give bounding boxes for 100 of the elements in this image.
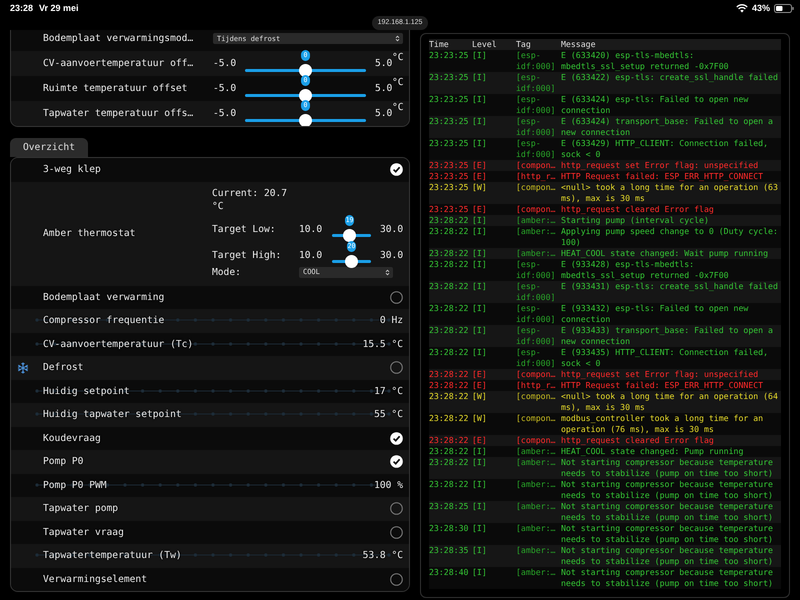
log-message: Not starting compressor because temperature needs to stabilize (pump on time too short) [561, 501, 774, 523]
log-time: 23:28:22 [429, 281, 470, 293]
chevron-updown-icon [395, 35, 400, 42]
log-level: [W] [472, 413, 488, 425]
log-tag: [compon… [516, 413, 561, 435]
column-header: Tag [516, 39, 532, 50]
log-time: 23:23:25 [429, 94, 470, 106]
log-level: [E] [472, 160, 488, 171]
log-tag: [amber:… [516, 226, 561, 248]
log-message: Applying pump speed change to 0 (Duty cycle: 100) [561, 226, 779, 248]
log-message: E (633429) HTTP_CLIENT: Connection failed, sock < 0 [561, 138, 770, 160]
log-level: [I] [472, 523, 488, 535]
log-time: 23:28:22 [429, 435, 470, 446]
log-message: HEAT_COOL state changed: Pump running [561, 446, 744, 457]
row-label: Tapwater pomp [43, 503, 118, 514]
row-label: Verwarmingselement [43, 574, 147, 585]
log-time: 23:23:25 [429, 182, 470, 194]
log-message: E (633420) esp-tls-mbedtls: mbedtls_ssl_setup returned -0x7F00 [561, 50, 730, 72]
log-time: 23:28:22 [429, 446, 470, 457]
unit-label: °C [392, 77, 404, 88]
log-level: [I] [472, 50, 488, 62]
log-message: Not starting compressor because temperature needs to stabilize (pump on time too short) [561, 567, 774, 589]
slider-max-label: 5.0 [375, 108, 392, 119]
log-tag: [amber:… [516, 545, 561, 567]
log-level: [E] [472, 171, 488, 182]
log-level: [I] [472, 325, 488, 337]
log-time: 23:28:22 [429, 226, 470, 238]
log-level: [I] [472, 248, 488, 259]
log-message: E (633424) esp-tls: Failed to open new connection [561, 94, 750, 116]
log-level: [W] [472, 182, 488, 194]
slider-thumb[interactable] [299, 88, 312, 102]
slider-min-label: -5.0 [213, 83, 238, 94]
wifi-icon [736, 4, 748, 12]
log-message: Not starting compressor because temperature needs to stabilize (pump on time too short) [561, 479, 774, 501]
setting-label: Ruimte temperatuur offset [42, 83, 188, 94]
slider-thumb[interactable] [345, 255, 358, 268]
log-tag: [esp-idf:000] [516, 347, 561, 369]
log-tag: [compon… [516, 435, 561, 446]
log-tag: [esp-idf:000] [516, 325, 561, 347]
row-label: Compressor frequentie [43, 315, 164, 326]
row-label: 3-weg klep [43, 164, 101, 176]
unit-label: °C [392, 102, 404, 113]
setting-label: CV-aanvoertemperatuur off… [42, 58, 194, 69]
log-message: E (933433) transport_base: Failed to open a new connection [561, 325, 774, 347]
log-level: [I] [472, 501, 488, 513]
log-level: [E] [472, 380, 488, 391]
row-label: Huidig setpoint [43, 386, 130, 397]
log-time: 23:23:25 [429, 116, 470, 128]
tab[interactable]: Overzicht [10, 138, 88, 157]
slider-max-label: 5.0 [375, 58, 392, 69]
log-time: 23:23:25 [429, 72, 470, 84]
log-tag: [esp-idf:000] [516, 72, 561, 94]
log-tag: [amber:… [516, 446, 561, 457]
setting-label: Tapwater temperatuur offs… [42, 108, 194, 119]
slider-thumb[interactable] [343, 229, 356, 242]
log-tag: [compon… [516, 391, 561, 413]
log-level: [I] [472, 215, 488, 226]
log-tag: [esp-idf:000] [516, 281, 561, 303]
slider-thumb[interactable] [299, 64, 312, 76]
log-tag: [amber:… [516, 457, 561, 479]
slider-max-label: 30.0 [380, 250, 404, 260]
log-time: 23:23:25 [429, 160, 470, 171]
setting-label: Bodemplaat verwarmingsmod… [42, 33, 194, 44]
log-level: [I] [472, 226, 488, 238]
log-message: E (933435) HTTP_CLIENT: Connection failed, sock < 0 [561, 347, 770, 369]
sensor-value: 55 °C [374, 409, 403, 420]
log-tag: [amber:… [516, 248, 561, 259]
column-header: Message [561, 39, 597, 50]
sensor-value: 53.8 °C [362, 550, 403, 562]
slider-min-label: 10.0 [299, 250, 324, 260]
log-level: [I] [472, 545, 488, 557]
row-label: Tapwater vraag [43, 526, 124, 538]
log-time: 23:28:22 [429, 215, 470, 226]
log-tag: [esp-idf:000] [516, 138, 561, 160]
battery-percentage: 43% [752, 3, 770, 13]
log-message: Starting pump (interval cycle) [561, 215, 710, 226]
target-label: Target High: [212, 250, 282, 260]
row-label: Defrost [43, 362, 84, 374]
unit-label: °C [392, 52, 404, 63]
log-level: [I] [472, 479, 488, 491]
log-level: [E] [472, 435, 488, 446]
log-tag: [amber:… [516, 479, 561, 501]
row-label: Tapwatertemperatuur (Tw) [43, 550, 182, 562]
log-time: 23:28:25 [429, 501, 470, 513]
log-message: HTTP Request failed: ESP_ERR_HTTP_CONNECT [561, 171, 764, 182]
sensor-value: 17 °C [374, 386, 403, 397]
log-message: HEAT_COOL state changed: Wait pump running [561, 248, 770, 259]
log-time: 23:23:25 [429, 138, 470, 150]
log-level: [I] [472, 303, 488, 315]
log-message: E (933428) esp-tls-mbedtls: mbedtls_ssl_setup returned -0x7F00 [561, 259, 730, 281]
slider-max-label: 5.0 [375, 83, 392, 94]
sensor-value: 0 Hz [380, 315, 403, 326]
log-tag: [amber:… [516, 501, 561, 523]
log-tag: [compon… [516, 160, 561, 171]
log-message: E (633424) transport_base: Failed to open a new connection [561, 116, 774, 138]
date-label: Vr 29 mei [39, 3, 79, 13]
slider-min-label: -5.0 [213, 58, 238, 69]
slider-thumb[interactable] [299, 114, 312, 126]
chevron-updown-icon [385, 268, 390, 276]
log-time: 23:23:25 [429, 50, 470, 62]
